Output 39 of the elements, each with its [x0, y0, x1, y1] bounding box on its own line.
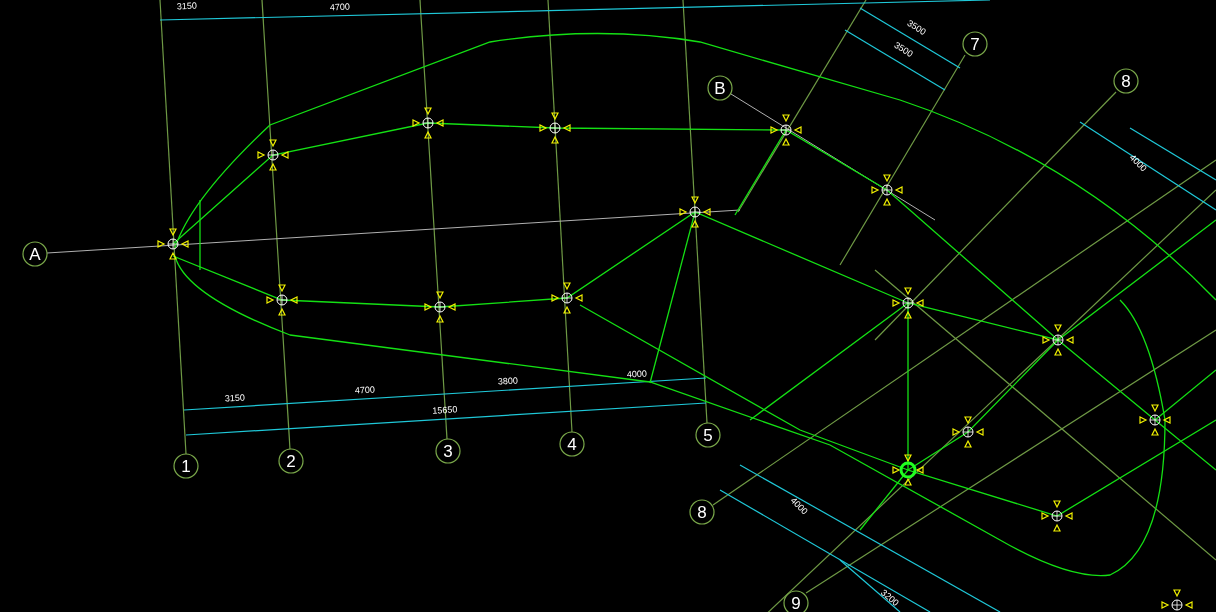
- axis-bubble: 1: [173, 453, 199, 479]
- dimension-text: 15650: [432, 404, 458, 416]
- axis-bubble: 9: [783, 590, 809, 612]
- dimension-text: 3800: [497, 375, 519, 387]
- axis-bubble: 8: [689, 499, 715, 525]
- column-node-marker[interactable]: [1041, 500, 1073, 532]
- axis-bubble: 2: [278, 448, 304, 474]
- dimension-text: 4000: [626, 368, 648, 380]
- axis-bubble: A: [22, 241, 48, 267]
- column-node-marker[interactable]: [539, 112, 571, 144]
- column-node-marker[interactable]: [1161, 589, 1193, 611]
- column-node-marker[interactable]: [424, 291, 456, 323]
- dimension-text: 3150: [224, 392, 246, 404]
- dimension-text: 3150: [176, 0, 198, 12]
- axis-bubble: 7: [962, 31, 988, 57]
- column-node-marker[interactable]: [551, 282, 583, 314]
- axis-bubble: 5: [695, 422, 721, 448]
- dimension-text: 3500: [892, 39, 915, 59]
- axis-bubble: 8: [1113, 68, 1139, 94]
- dimension-text: 4700: [354, 384, 376, 396]
- column-node-marker[interactable]: [892, 454, 924, 486]
- column-node-marker[interactable]: [952, 416, 984, 448]
- column-node-marker[interactable]: [1042, 324, 1074, 356]
- column-node-marker[interactable]: [892, 287, 924, 319]
- column-node-marker[interactable]: [257, 139, 289, 171]
- column-node-marker[interactable]: [157, 228, 189, 260]
- axis-bubble: B: [707, 75, 733, 101]
- column-node-marker[interactable]: [266, 284, 298, 316]
- column-node-marker[interactable]: [871, 174, 903, 206]
- dimension-text: 4000: [1127, 152, 1149, 174]
- dimension-text: 3500: [905, 17, 928, 37]
- dimension-text: 4000: [788, 495, 810, 517]
- column-node-marker[interactable]: [1139, 404, 1171, 436]
- axis-bubble: 4: [559, 431, 585, 457]
- axis-bubble: 3: [435, 438, 461, 464]
- column-node-marker[interactable]: [770, 114, 802, 146]
- column-node-marker[interactable]: [679, 196, 711, 228]
- column-node-marker[interactable]: [412, 107, 444, 139]
- dimension-text: 4700: [329, 1, 351, 13]
